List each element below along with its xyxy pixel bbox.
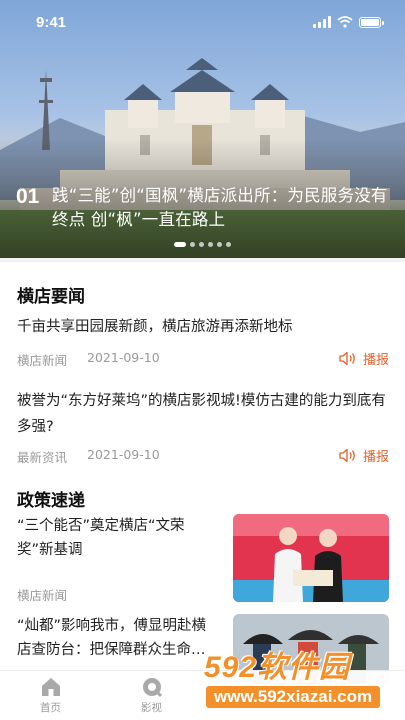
film-icon [142, 678, 162, 698]
broadcast-label: 播报 [362, 353, 389, 368]
broadcast-button[interactable]: 播报 [339, 349, 389, 368]
carousel-dot[interactable] [208, 242, 213, 247]
cellular-signal-icon [313, 16, 331, 28]
carousel-indicator[interactable] [0, 242, 405, 247]
hero-title[interactable]: 践“三能”创“国枫”横店派出所：为民服务没有终点 创“枫”一直在路上 [52, 184, 391, 232]
section-title-policy: 政策速递 [17, 491, 85, 511]
tab-label: 首页 [40, 702, 61, 714]
carousel-dot[interactable] [190, 242, 195, 247]
hero-slide-index: 01 [16, 185, 40, 208]
tab-film[interactable]: 影视 [101, 671, 202, 720]
broadcast-button[interactable]: 播报 [339, 446, 389, 465]
news-item-date: 2021-09-10 [87, 350, 160, 365]
bottom-tab-bar: 首页 影视 [0, 670, 405, 720]
battery-icon [359, 16, 384, 28]
news-item-source: 最新资讯 [17, 450, 68, 465]
carousel-dot[interactable] [199, 242, 204, 247]
tab-label: 影视 [141, 702, 162, 714]
policy-item-title[interactable]: “灿都”影响我市，傅显明赴横店查防台：把保障群众生命… [17, 614, 217, 662]
tab-home[interactable]: 首页 [0, 671, 101, 720]
news-item-meta: 横店新闻 2021-09-10 [17, 350, 160, 369]
section-title-news: 横店要闻 [17, 287, 85, 307]
status-bar: 9:41 [0, 0, 405, 44]
news-item-meta: 最新资讯 2021-09-10 [17, 447, 160, 466]
policy-item-thumbnail[interactable] [233, 514, 389, 602]
news-item-title[interactable]: 千亩共享田园展新颜，横店旅游再添新地标 [17, 314, 387, 340]
policy-item-source: 横店新闻 [17, 588, 68, 603]
news-item-title[interactable]: 被誉为“东方好莱坞”的横店影视城!模仿古建的能力到底有多强? [17, 388, 387, 440]
news-item-source: 横店新闻 [17, 353, 68, 368]
hero-caption[interactable]: 01 践“三能”创“国枫”横店派出所：为民服务没有终点 创“枫”一直在路上 [16, 184, 391, 232]
status-time: 9:41 [36, 13, 67, 31]
main-content: 横店要闻 千亩共享田园展新颜，横店旅游再添新地标 横店新闻 2021-09-10… [0, 262, 405, 720]
carousel-dot[interactable] [226, 242, 231, 247]
hero-banner[interactable]: 9:41 01 践“三能”创“国枫”横店派出所：为民服务没有终点 创“枫”一直在… [0, 0, 405, 258]
speaker-icon [339, 351, 355, 366]
policy-item-title[interactable]: “三个能否”奠定横店“文荣奖”新基调 [17, 514, 217, 562]
carousel-dot[interactable] [217, 242, 222, 247]
wifi-icon [337, 16, 353, 28]
policy-item-meta: 横店新闻 [17, 585, 67, 604]
speaker-icon [339, 448, 355, 463]
news-item-date: 2021-09-10 [87, 447, 160, 462]
home-icon [41, 678, 60, 696]
carousel-dot[interactable] [174, 242, 186, 247]
broadcast-label: 播报 [362, 450, 389, 465]
